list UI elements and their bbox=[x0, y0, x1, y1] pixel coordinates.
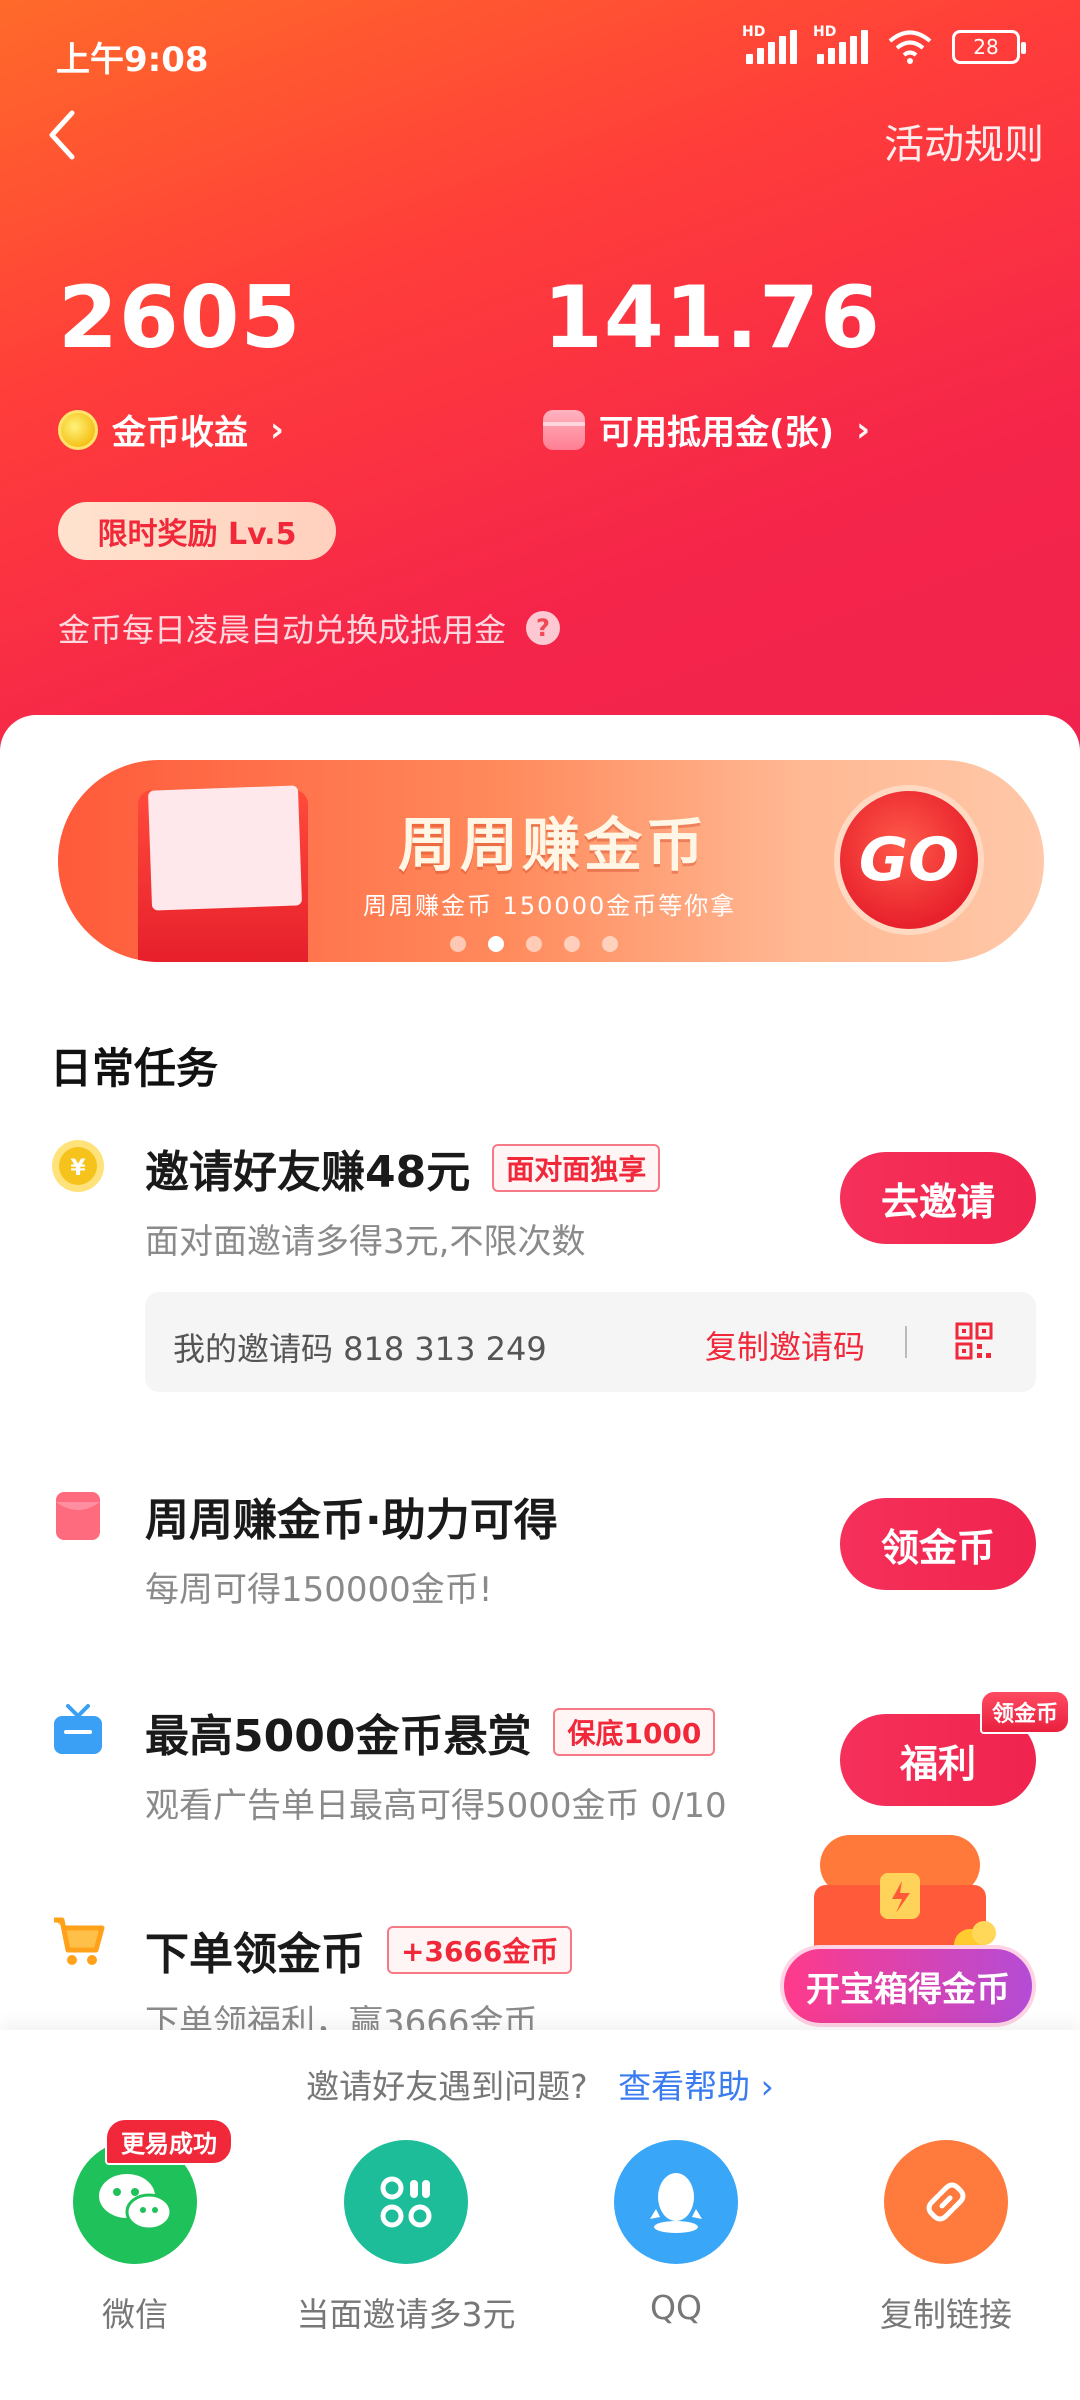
banner-subtitle: 周周赚金币 150000金币等你拿 bbox=[363, 892, 737, 920]
signal-icon-2: HD bbox=[813, 24, 868, 64]
pagination-dot[interactable] bbox=[564, 936, 580, 952]
task-ad-title-text: 最高5000金币悬赏 bbox=[145, 1711, 532, 1762]
task-order-title-text: 下单领金币 bbox=[145, 1929, 365, 1980]
task-invite-title-text: 邀请好友赚48元 bbox=[145, 1147, 471, 1198]
invite-code: 我的邀请码 818 313 249 bbox=[173, 1330, 547, 1368]
coin-balance: 2605 bbox=[58, 268, 302, 368]
daily-tasks-title: 日常任务 bbox=[50, 1044, 219, 1093]
cart-icon bbox=[54, 1917, 105, 1965]
task-invite-title: 邀请好友赚48元 面对面独享 bbox=[145, 1136, 661, 1200]
coin-icon bbox=[58, 409, 98, 450]
task-ad-tag: 保底1000 bbox=[553, 1708, 716, 1756]
coin-earnings-link[interactable]: 金币收益 › bbox=[58, 405, 284, 454]
battery-icon: 28 bbox=[952, 30, 1026, 64]
share-qq-label: QQ bbox=[650, 2288, 702, 2327]
level-badge[interactable]: 限时奖励 Lv.5 bbox=[58, 502, 336, 560]
voucher-link[interactable]: 可用抵用金(张) › bbox=[543, 405, 870, 454]
qq-icon bbox=[614, 2140, 738, 2264]
activity-rules-link[interactable]: 活动规则 bbox=[884, 112, 1044, 170]
claim-coins-badge: 领金币 bbox=[980, 1690, 1071, 1734]
share-copy-link-label: 复制链接 bbox=[880, 2295, 1012, 2334]
share-face-to-face-label: 当面邀请多3元 bbox=[296, 2295, 516, 2334]
task-weekly-desc: 每周可得150000金币! bbox=[145, 1570, 493, 1610]
tv-icon bbox=[54, 1704, 102, 1754]
status-icons: HD HD 28 bbox=[742, 24, 1026, 64]
qr-code-icon[interactable] bbox=[955, 1322, 993, 1360]
svg-text:¥: ¥ bbox=[70, 1156, 86, 1181]
task-order-tag: +3666金币 bbox=[387, 1926, 573, 1974]
share-wechat[interactable]: 微信 bbox=[10, 2140, 260, 2336]
chevron-right-icon: › bbox=[270, 409, 285, 450]
coin-icon: ¥ bbox=[52, 1140, 104, 1192]
exchange-note: 金币每日凌晨自动兑换成抵用金 ? bbox=[58, 605, 561, 651]
pagination-dot[interactable] bbox=[488, 936, 504, 952]
voucher-label: 可用抵用金(张) bbox=[599, 413, 835, 453]
banner-title: 周周赚金币 bbox=[398, 811, 709, 879]
task-weekly-title: 周周赚金币·助力可得 bbox=[145, 1495, 558, 1546]
status-time: 上午9:08 bbox=[56, 40, 209, 80]
voucher-icon bbox=[543, 409, 585, 450]
voucher-balance: 141.76 bbox=[543, 268, 881, 368]
share-wechat-label: 微信 bbox=[102, 2295, 168, 2334]
invite-code-box: 我的邀请码 818 313 249 复制邀请码 bbox=[145, 1292, 1036, 1392]
task-invite-tag: 面对面独享 bbox=[492, 1144, 661, 1192]
chevron-right-icon: › bbox=[856, 409, 871, 450]
view-help-link[interactable]: 查看帮助 › bbox=[618, 2067, 774, 2106]
coin-earnings-label: 金币收益 bbox=[112, 413, 248, 453]
share-face-to-face[interactable]: 当面邀请多3元 bbox=[281, 2140, 531, 2336]
task-ad-desc: 观看广告单日最高可得5000金币 0/10 bbox=[145, 1786, 727, 1826]
signal-icon: HD bbox=[742, 24, 797, 64]
status-bar: 上午9:08 HD HD 28 bbox=[0, 0, 1080, 100]
task-invite-desc: 面对面邀请多得3元,不限次数 bbox=[145, 1222, 586, 1262]
copy-invite-code-button[interactable]: 复制邀请码 bbox=[705, 1322, 865, 1368]
help-text: 邀请好友遇到问题? bbox=[306, 2067, 588, 2106]
claim-coins-button[interactable]: 领金币 bbox=[840, 1498, 1036, 1590]
promo-banner[interactable]: 周周赚金币 周周赚金币 150000金币等你拿 GO bbox=[58, 760, 1044, 962]
easy-success-badge: 更易成功 bbox=[105, 2118, 233, 2165]
task-ad-title: 最高5000金币悬赏 保底1000 bbox=[145, 1700, 716, 1764]
share-copy-link[interactable]: 复制链接 bbox=[821, 2140, 1071, 2336]
share-qq[interactable]: QQ bbox=[551, 2140, 801, 2327]
back-button[interactable] bbox=[44, 105, 84, 165]
pagination-dot[interactable] bbox=[602, 936, 618, 952]
exchange-note-text: 金币每日凌晨自动兑换成抵用金 bbox=[58, 611, 507, 649]
open-treasure-button[interactable]: 开宝箱得金币 bbox=[780, 1945, 1036, 2027]
red-envelope-icon bbox=[56, 1492, 100, 1540]
banner-pagination bbox=[450, 936, 618, 952]
pagination-dot[interactable] bbox=[450, 936, 466, 952]
voucher-paper-image bbox=[147, 785, 303, 911]
wifi-icon bbox=[888, 30, 932, 64]
invite-button[interactable]: 去邀请 bbox=[840, 1152, 1036, 1244]
go-button[interactable]: GO bbox=[834, 785, 984, 935]
link-icon bbox=[884, 2140, 1008, 2264]
face-to-face-icon bbox=[344, 2140, 468, 2264]
pagination-dot[interactable] bbox=[526, 936, 542, 952]
help-icon[interactable]: ? bbox=[526, 611, 561, 645]
divider bbox=[905, 1326, 907, 1358]
task-order-title: 下单领金币 +3666金币 bbox=[145, 1918, 573, 1982]
help-line: 邀请好友遇到问题? 查看帮助 › bbox=[0, 2060, 1080, 2108]
view-help-label: 查看帮助 bbox=[618, 2067, 751, 2106]
